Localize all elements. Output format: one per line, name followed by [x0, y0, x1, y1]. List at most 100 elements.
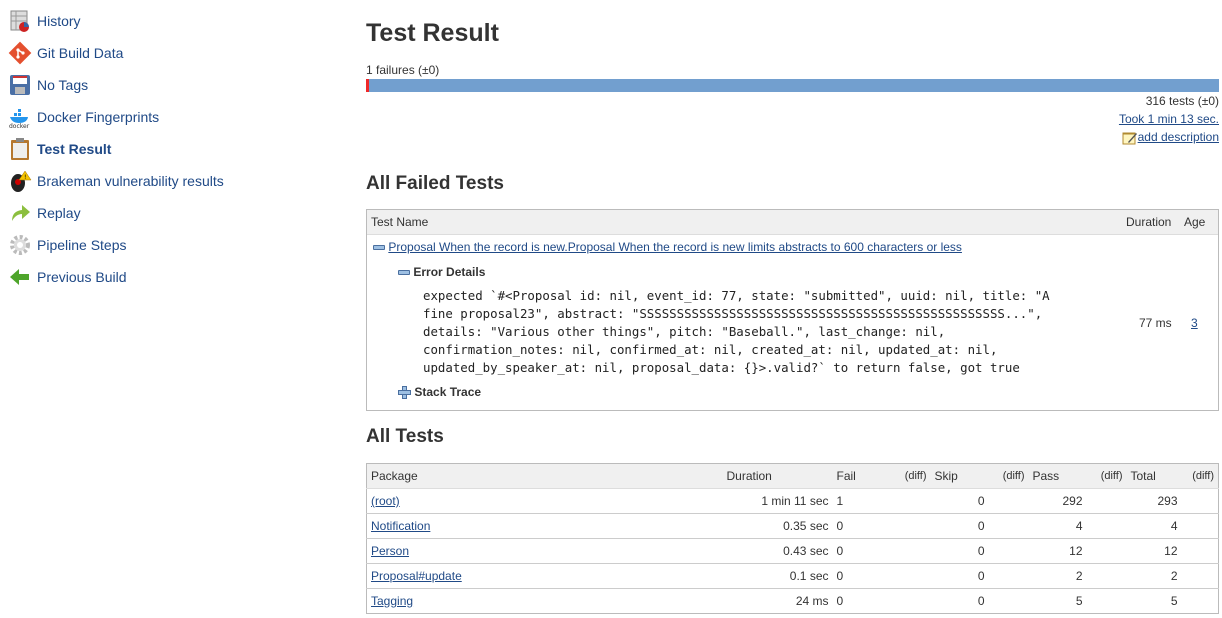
fail-diff-cell — [890, 563, 931, 589]
column-test-name: Test Name — [371, 215, 429, 229]
total-diff-cell — [1181, 488, 1219, 514]
fail-diff-cell — [890, 513, 931, 539]
pass-diff-cell — [1086, 588, 1127, 614]
failed-tests-heading: All Failed Tests — [366, 173, 504, 194]
sidebar-item-git-build-data[interactable]: Git Build Data — [8, 41, 123, 65]
total-cell: 2 — [1126, 563, 1182, 589]
sidebar-item-replay[interactable]: Replay — [8, 201, 81, 225]
clipboard-icon — [8, 137, 32, 161]
column-fail-diff[interactable]: (diff) — [890, 463, 931, 489]
table-header: Test Name Duration Age — [367, 210, 1218, 235]
svg-text:docker: docker — [9, 123, 30, 129]
stack-trace-toggle[interactable]: Stack Trace — [398, 385, 481, 400]
all-tests-table: Package Duration Fail (diff) Skip (diff)… — [366, 463, 1219, 614]
fail-cell: 1 — [832, 488, 891, 514]
column-skip[interactable]: Skip — [930, 463, 989, 489]
total-diff-cell — [1181, 513, 1219, 539]
fail-cell: 0 — [832, 513, 891, 539]
took-time-link[interactable]: Took 1 min 13 sec. — [1119, 112, 1219, 126]
column-duration: Duration — [1126, 215, 1172, 229]
package-link[interactable]: Proposal#update — [371, 569, 462, 583]
package-cell: Tagging — [366, 588, 723, 614]
fail-diff-cell — [890, 538, 931, 564]
failed-tests-table: Test Name Duration Age Proposal When the… — [366, 209, 1219, 411]
skip-cell: 0 — [930, 538, 989, 564]
docker-icon: docker — [8, 105, 32, 130]
duration-cell: 0.1 sec — [722, 563, 833, 589]
collapse-icon[interactable] — [398, 270, 410, 276]
skip-diff-cell — [988, 538, 1029, 564]
sidebar-item-test-result[interactable]: Test Result — [8, 137, 111, 161]
failed-test-link[interactable]: Proposal When the record is new.Proposal… — [388, 240, 962, 254]
add-description-link[interactable]: add description — [1138, 130, 1219, 144]
column-total[interactable]: Total — [1126, 463, 1182, 489]
collapse-icon[interactable] — [373, 245, 385, 251]
package-link[interactable]: Notification — [371, 519, 430, 533]
sidebar-item-label: Brakeman vulnerability results — [37, 173, 224, 189]
sidebar-item-history[interactable]: History — [8, 9, 81, 33]
total-cell: 293 — [1126, 488, 1182, 514]
pass-diff-cell — [1086, 513, 1127, 539]
pass-cell: 12 — [1028, 538, 1087, 564]
column-total-diff[interactable]: (diff) — [1181, 463, 1219, 489]
total-cell: 12 — [1126, 538, 1182, 564]
svg-text:!: ! — [24, 174, 26, 181]
error-details-label: Error Details — [413, 265, 486, 279]
expand-icon[interactable] — [398, 386, 411, 400]
floppy-disk-icon — [8, 73, 32, 97]
gear-icon — [8, 233, 32, 257]
total-diff-cell — [1181, 588, 1219, 614]
table-row: Person 0.43 sec 0 0 12 12 — [366, 538, 1219, 564]
notepad-edit-icon — [1122, 131, 1138, 145]
duration-cell: 1 min 11 sec — [722, 488, 833, 514]
sidebar-item-label: Docker Fingerprints — [37, 109, 160, 125]
column-fail[interactable]: Fail — [832, 463, 891, 489]
skip-diff-cell — [988, 588, 1029, 614]
total-diff-cell — [1181, 538, 1219, 564]
column-pass[interactable]: Pass — [1028, 463, 1087, 489]
pass-cell: 4 — [1028, 513, 1087, 539]
skip-cell: 0 — [930, 588, 989, 614]
failed-test-duration: 77 ms — [1139, 316, 1172, 330]
total-cell: 4 — [1126, 513, 1182, 539]
column-duration[interactable]: Duration — [722, 463, 833, 489]
sidebar-item-no-tags[interactable]: No Tags — [8, 73, 88, 97]
sidebar-item-label: No Tags — [37, 77, 89, 93]
brakeman-icon: ! — [8, 169, 32, 193]
failed-test-age-link[interactable]: 3 — [1191, 316, 1198, 330]
duration-cell: 0.35 sec — [722, 513, 833, 539]
sidebar-item-docker-fingerprints[interactable]: docker Docker Fingerprints — [8, 105, 160, 130]
table-row: Tagging 24 ms 0 0 5 5 — [366, 588, 1219, 614]
skip-cell: 0 — [930, 513, 989, 539]
back-arrow-icon — [8, 265, 32, 289]
pass-cell: 5 — [1028, 588, 1087, 614]
fail-bar-segment — [366, 79, 369, 92]
sidebar-item-brakeman[interactable]: ! Brakeman vulnerability results — [8, 169, 224, 193]
sidebar-item-label: Test Result — [37, 141, 112, 157]
test-result-bar — [366, 79, 1219, 92]
package-link[interactable]: (root) — [371, 494, 400, 508]
add-description[interactable]: add description — [1122, 130, 1219, 145]
package-link[interactable]: Person — [371, 544, 409, 558]
error-details-toggle[interactable]: Error Details — [398, 265, 485, 279]
skip-cell: 0 — [930, 488, 989, 514]
failures-count: 1 failures (±0) — [366, 63, 440, 77]
failed-test-row: Proposal When the record is new.Proposal… — [373, 240, 962, 254]
column-package[interactable]: Package — [366, 463, 723, 489]
total-diff-cell — [1181, 563, 1219, 589]
column-skip-diff[interactable]: (diff) — [988, 463, 1029, 489]
pass-diff-cell — [1086, 488, 1127, 514]
tests-count: 316 tests (±0) — [1145, 94, 1219, 108]
sidebar-item-label: History — [37, 13, 81, 29]
pass-diff-cell — [1086, 563, 1127, 589]
duration-cell: 0.43 sec — [722, 538, 833, 564]
column-pass-diff[interactable]: (diff) — [1086, 463, 1127, 489]
package-cell: Proposal#update — [366, 563, 723, 589]
history-icon — [8, 9, 32, 33]
skip-cell: 0 — [930, 563, 989, 589]
package-link[interactable]: Tagging — [371, 594, 413, 608]
sidebar-item-previous-build[interactable]: Previous Build — [8, 265, 127, 289]
pass-cell: 292 — [1028, 488, 1087, 514]
total-cell: 5 — [1126, 588, 1182, 614]
sidebar-item-pipeline-steps[interactable]: Pipeline Steps — [8, 233, 127, 257]
